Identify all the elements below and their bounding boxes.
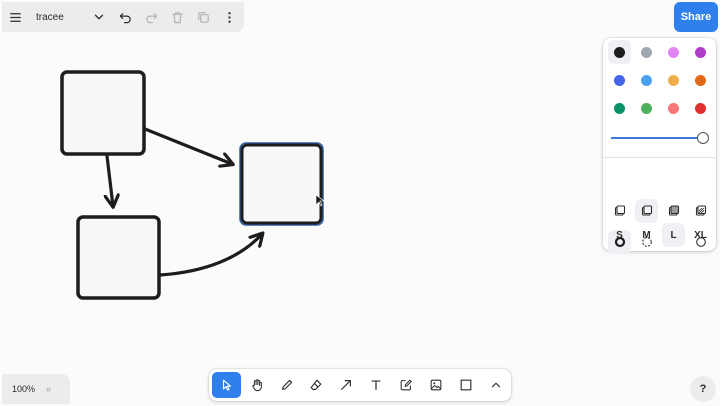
expand-minimap-icon[interactable]: » xyxy=(46,384,51,394)
color-swatch-yellow[interactable] xyxy=(660,66,687,94)
rectangle-icon[interactable] xyxy=(451,372,480,398)
opacity-slider[interactable] xyxy=(611,132,709,146)
opacity-slider-thumb[interactable] xyxy=(697,132,709,144)
color-dot xyxy=(668,102,679,114)
arrow-c-to-b[interactable] xyxy=(158,234,262,277)
color-swatch-green[interactable] xyxy=(606,94,633,122)
size-row: S M L XL xyxy=(606,221,714,249)
color-swatch-light-red[interactable] xyxy=(660,94,687,122)
color-dot xyxy=(614,46,625,58)
color-swatch-red[interactable] xyxy=(687,94,714,122)
opacity-slider-track xyxy=(611,137,703,139)
zoom-panel: 100% » xyxy=(2,374,70,404)
image-icon[interactable] xyxy=(421,372,450,398)
share-button[interactable]: Share xyxy=(674,2,718,32)
tool-toolbar xyxy=(209,369,511,401)
help-button[interactable]: ? xyxy=(690,376,716,402)
fill-semi-icon[interactable] xyxy=(635,199,658,223)
cursor-icon[interactable] xyxy=(212,372,242,398)
document-name[interactable]: tracee xyxy=(28,12,86,23)
zoom-level[interactable]: 100% xyxy=(2,384,46,394)
redo-icon[interactable] xyxy=(138,3,164,31)
note-icon[interactable] xyxy=(391,372,420,398)
arrow-icon[interactable] xyxy=(332,372,361,398)
chevron-up-icon[interactable] xyxy=(481,372,510,398)
style-panel-divider xyxy=(603,157,716,158)
color-swatch-grid xyxy=(606,38,714,122)
more-vertical-icon[interactable] xyxy=(216,3,242,31)
size-l-button[interactable]: L xyxy=(662,223,685,247)
rectangle-shape-c[interactable] xyxy=(76,215,161,300)
chevron-down-icon[interactable] xyxy=(86,3,112,31)
arrow-a-to-b[interactable] xyxy=(143,127,232,164)
color-dot xyxy=(668,46,679,58)
text-icon[interactable] xyxy=(362,372,391,398)
color-dot xyxy=(641,46,652,58)
color-dot xyxy=(695,102,706,114)
color-dot xyxy=(695,46,706,58)
color-dot xyxy=(614,102,625,114)
color-dot xyxy=(695,74,706,86)
size-xl-button[interactable]: XL xyxy=(687,221,714,249)
hamburger-icon[interactable] xyxy=(2,3,28,31)
duplicate-icon[interactable] xyxy=(190,3,216,31)
trash-icon[interactable] xyxy=(164,3,190,31)
color-swatch-light-green[interactable] xyxy=(633,94,660,122)
color-swatch-black[interactable] xyxy=(608,40,631,64)
eraser-icon[interactable] xyxy=(302,372,331,398)
color-swatch-blue[interactable] xyxy=(606,66,633,94)
size-s-button[interactable]: S xyxy=(606,221,633,249)
color-dot xyxy=(668,74,679,86)
pencil-icon[interactable] xyxy=(272,372,301,398)
color-dot xyxy=(614,74,625,86)
arrow-a-to-c[interactable] xyxy=(107,154,113,206)
style-panel: S M L XL xyxy=(603,38,716,254)
color-swatch-orange[interactable] xyxy=(687,66,714,94)
rectangle-shape-a[interactable] xyxy=(60,70,146,156)
size-m-button[interactable]: M xyxy=(633,221,660,249)
color-dot xyxy=(641,102,652,114)
color-swatch-light-blue[interactable] xyxy=(633,66,660,94)
color-swatch-grey[interactable] xyxy=(633,38,660,66)
undo-icon[interactable] xyxy=(112,3,138,31)
hand-icon[interactable] xyxy=(242,372,271,398)
color-swatch-violet[interactable] xyxy=(687,38,714,66)
color-dot xyxy=(641,74,652,86)
rectangle-shape-b[interactable] xyxy=(239,142,324,226)
main-menu-panel: tracee xyxy=(2,2,244,32)
color-swatch-light-violet[interactable] xyxy=(660,38,687,66)
